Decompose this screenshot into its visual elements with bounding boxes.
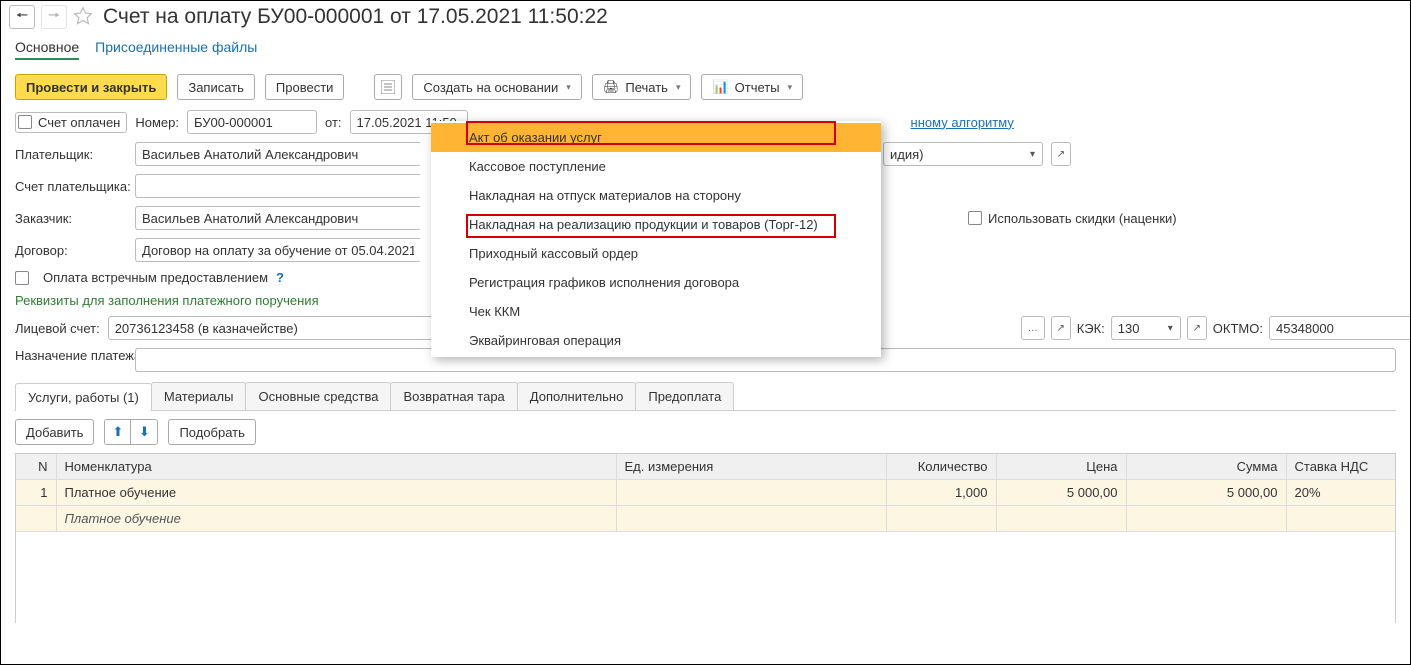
customer-input[interactable] — [135, 206, 420, 230]
menu-item-kkm-check[interactable]: Чек ККМ — [431, 297, 881, 326]
list-icon — [381, 80, 395, 94]
chevron-down-icon: ▾ — [566, 82, 571, 93]
contract-input[interactable] — [135, 238, 420, 262]
col-unit: Ед. измерения — [616, 454, 886, 480]
reciprocal-label: Оплата встречным предоставлением — [43, 270, 268, 285]
chart-icon: 📊 — [712, 79, 728, 95]
table-row-sub[interactable]: Платное обучение — [16, 506, 1396, 532]
payer-input[interactable] — [135, 142, 420, 166]
menu-item-material-release[interactable]: Накладная на отпуск материалов на сторон… — [431, 181, 881, 210]
reports-button[interactable]: 📊 Отчеты ▾ — [701, 74, 803, 100]
print-label: Печать — [625, 80, 668, 95]
purpose-label: Назначение платежа: — [15, 348, 127, 365]
cell-qty: 1,000 — [886, 480, 996, 506]
save-button[interactable]: Записать — [177, 74, 255, 100]
page-title: Счет на оплату БУ00-000001 от 17.05.2021… — [103, 5, 608, 29]
menu-item-torg12[interactable]: Накладная на реализацию продукции и това… — [431, 210, 881, 239]
section-tab-attached[interactable]: Присоединенные файлы — [95, 39, 257, 60]
menu-item-cash-receipt[interactable]: Кассовое поступление — [431, 152, 881, 181]
paid-checkbox[interactable] — [18, 115, 32, 129]
menu-item-schedule-reg[interactable]: Регистрация графиков исполнения договора — [431, 268, 881, 297]
number-input[interactable] — [187, 110, 317, 134]
algorithm-link[interactable]: нному алгоритму — [911, 115, 1014, 130]
oktmo-label: ОКТМО: — [1213, 321, 1263, 336]
col-name: Номенклатура — [56, 454, 616, 480]
tab-materials[interactable]: Материалы — [151, 382, 247, 410]
tab-return-packaging[interactable]: Возвратная тара — [390, 382, 517, 410]
payer-account-label: Счет плательщика: — [15, 179, 127, 194]
table-row[interactable]: 1 Платное обучение 1,000 5 000,00 5 000,… — [16, 480, 1396, 506]
cell-n: 1 — [16, 480, 56, 506]
tab-additional[interactable]: Дополнительно — [517, 382, 637, 410]
use-discounts-checkbox[interactable] — [968, 211, 982, 225]
oktmo-input[interactable] — [1269, 316, 1411, 340]
contract-label: Договор: — [15, 243, 127, 258]
chevron-down-icon: ▾ — [788, 82, 793, 93]
reciprocal-help[interactable]: ? — [276, 270, 284, 285]
select-dropdown-icon[interactable]: ▾ — [1023, 142, 1043, 166]
cell-sum: 5 000,00 — [1126, 480, 1286, 506]
number-label: Номер: — [135, 115, 179, 130]
open-ref-button[interactable]: ↗ — [1051, 316, 1071, 340]
cell-subname: Платное обучение — [56, 506, 616, 532]
reciprocal-checkbox[interactable] — [15, 271, 29, 285]
nav-back-button[interactable]: 🠔 — [9, 5, 35, 29]
reports-label: Отчеты — [735, 80, 780, 95]
nav-forward-button[interactable]: 🠖 — [41, 5, 67, 29]
menu-item-cash-order[interactable]: Приходный кассовый ордер — [431, 239, 881, 268]
open-ref-button[interactable]: ↗ — [1187, 316, 1207, 340]
pick-button[interactable]: Подобрать — [168, 419, 255, 445]
more-button[interactable]: … — [1021, 316, 1045, 340]
open-ref-button[interactable]: ↗ — [1051, 142, 1071, 166]
tab-services[interactable]: Услуги, работы (1) — [15, 383, 152, 411]
account-input[interactable] — [108, 316, 458, 340]
menu-item-acquiring[interactable]: Эквайринговая операция — [431, 326, 881, 355]
create-based-on-button[interactable]: Создать на основании ▾ — [412, 74, 581, 100]
col-price: Цена — [996, 454, 1126, 480]
payer-account-input[interactable] — [135, 174, 420, 198]
add-row-button[interactable]: Добавить — [15, 419, 94, 445]
move-down-button[interactable]: ⬇ — [131, 420, 157, 444]
payer-label: Плательщик: — [15, 147, 127, 162]
tab-assets[interactable]: Основные средства — [245, 382, 391, 410]
cell-name: Платное обучение — [56, 480, 616, 506]
col-vat: Ставка НДС — [1286, 454, 1396, 480]
use-discounts-label: Использовать скидки (наценки) — [988, 211, 1177, 226]
favorite-star-icon[interactable] — [73, 6, 93, 29]
menu-item-act[interactable]: Акт об оказании услуг — [431, 123, 881, 152]
cell-price: 5 000,00 — [996, 480, 1126, 506]
document-movements-button[interactable] — [374, 74, 402, 100]
payment-order-requisites-link[interactable]: Реквизиты для заполнения платежного пору… — [15, 293, 319, 308]
printer-icon: 🖨 — [603, 79, 620, 95]
customer-label: Заказчик: — [15, 211, 127, 226]
section-tab-main[interactable]: Основное — [15, 39, 79, 60]
col-n: N — [16, 454, 56, 480]
post-button[interactable]: Провести — [265, 74, 345, 100]
tab-prepayment[interactable]: Предоплата — [635, 382, 734, 410]
print-button[interactable]: 🖨 Печать ▾ — [592, 74, 692, 100]
select-dropdown-icon[interactable]: ▾ — [1161, 316, 1181, 340]
create-based-on-menu: Акт об оказании услуг Кассовое поступлен… — [431, 121, 881, 357]
date-label: от: — [325, 115, 342, 130]
kek-input[interactable] — [1111, 316, 1161, 340]
post-and-close-button[interactable]: Провести и закрыть — [15, 74, 167, 100]
col-sum: Сумма — [1126, 454, 1286, 480]
kek-label: КЭК: — [1077, 321, 1105, 336]
items-grid[interactable]: N Номенклатура Ед. измерения Количество … — [15, 453, 1396, 623]
account-label: Лицевой счет: — [15, 321, 100, 336]
chevron-down-icon: ▾ — [676, 82, 681, 93]
cell-vat: 20% — [1286, 480, 1396, 506]
paid-label: Счет оплачен — [38, 115, 120, 130]
subsidy-select[interactable] — [883, 142, 1023, 166]
create-based-label: Создать на основании — [423, 80, 558, 95]
move-up-button[interactable]: ⬆ — [105, 420, 131, 444]
col-qty: Количество — [886, 454, 996, 480]
cell-unit — [616, 480, 886, 506]
